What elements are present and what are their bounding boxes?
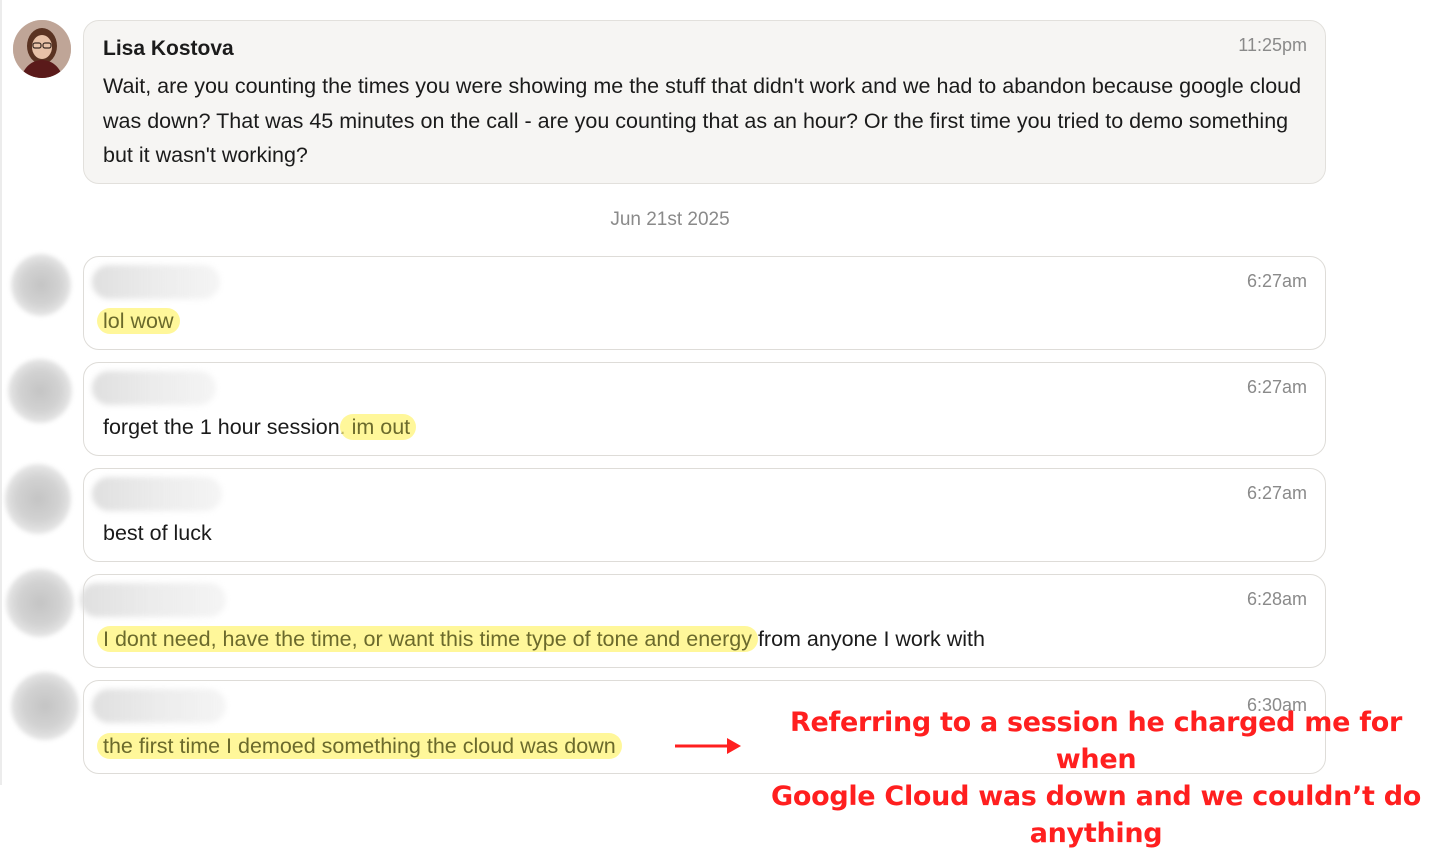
message-timestamp: 6:28am [1246, 589, 1307, 609]
sender-name-redacted [92, 477, 222, 511]
avatar-blurred[interactable] [8, 359, 72, 423]
sender-name[interactable]: Lisa Kostova [103, 37, 234, 61]
message-bubble[interactable]: 6:28am I dont need, have the time, or wa… [80, 574, 1326, 668]
annotation-line-2: Google Cloud was down and we couldn’t do… [770, 781, 1422, 849]
message-text: lol wow [97, 304, 180, 339]
message-timestamp: 11:25pm [1238, 35, 1307, 55]
avatar-lisa-kostova[interactable] [13, 20, 71, 78]
highlighted-text: the first time I demoed something the cl… [97, 733, 622, 759]
highlighted-text: lol wow [97, 308, 180, 334]
highlighted-text: im out [339, 414, 417, 440]
message-text: best of luck [103, 521, 212, 545]
avatar-blurred[interactable] [11, 254, 71, 316]
left-border [0, 0, 2, 785]
message-bubble[interactable]: 6:27am lol wow [83, 256, 1326, 350]
annotation-callout: Referring to a session he charged me for… [748, 704, 1444, 852]
avatar-blurred[interactable] [5, 464, 71, 534]
annotation-line-1: Referring to a session he charged me for… [790, 707, 1402, 775]
message-timestamp: 6:27am [1246, 271, 1307, 291]
message-text: the first time I demoed something the cl… [97, 729, 622, 764]
sender-name-redacted [92, 265, 220, 299]
highlighted-text: I dont need, have the time, or want this… [97, 626, 758, 652]
plain-text: forget the 1 hour session. [103, 415, 346, 439]
message-text: Wait, are you counting the times you wer… [103, 74, 1302, 167]
message-bubble[interactable]: 6:27am best of luck [83, 468, 1326, 562]
annotation-arrow-icon [675, 738, 741, 754]
avatar-blurred[interactable] [11, 672, 79, 740]
sender-name-redacted [92, 689, 226, 723]
avatar-blurred[interactable] [6, 569, 74, 637]
plain-text: from anyone I work with [751, 627, 985, 651]
chat-thread: Lisa Kostova 11:25pm Wait, are you count… [0, 0, 1456, 849]
message-bubble[interactable]: Lisa Kostova 11:25pm Wait, are you count… [83, 20, 1326, 184]
message-text: I dont need, have the time, or want this… [97, 622, 985, 657]
sender-name-redacted [92, 371, 216, 405]
date-divider: Jun 21st 2025 [610, 209, 730, 230]
sender-name-redacted [80, 583, 226, 617]
message-timestamp: 6:27am [1246, 483, 1307, 503]
message-text: forget the 1 hour session. im out [103, 410, 417, 445]
message-bubble[interactable]: 6:27am forget the 1 hour session. im out [83, 362, 1326, 456]
message-timestamp: 6:27am [1246, 377, 1307, 397]
